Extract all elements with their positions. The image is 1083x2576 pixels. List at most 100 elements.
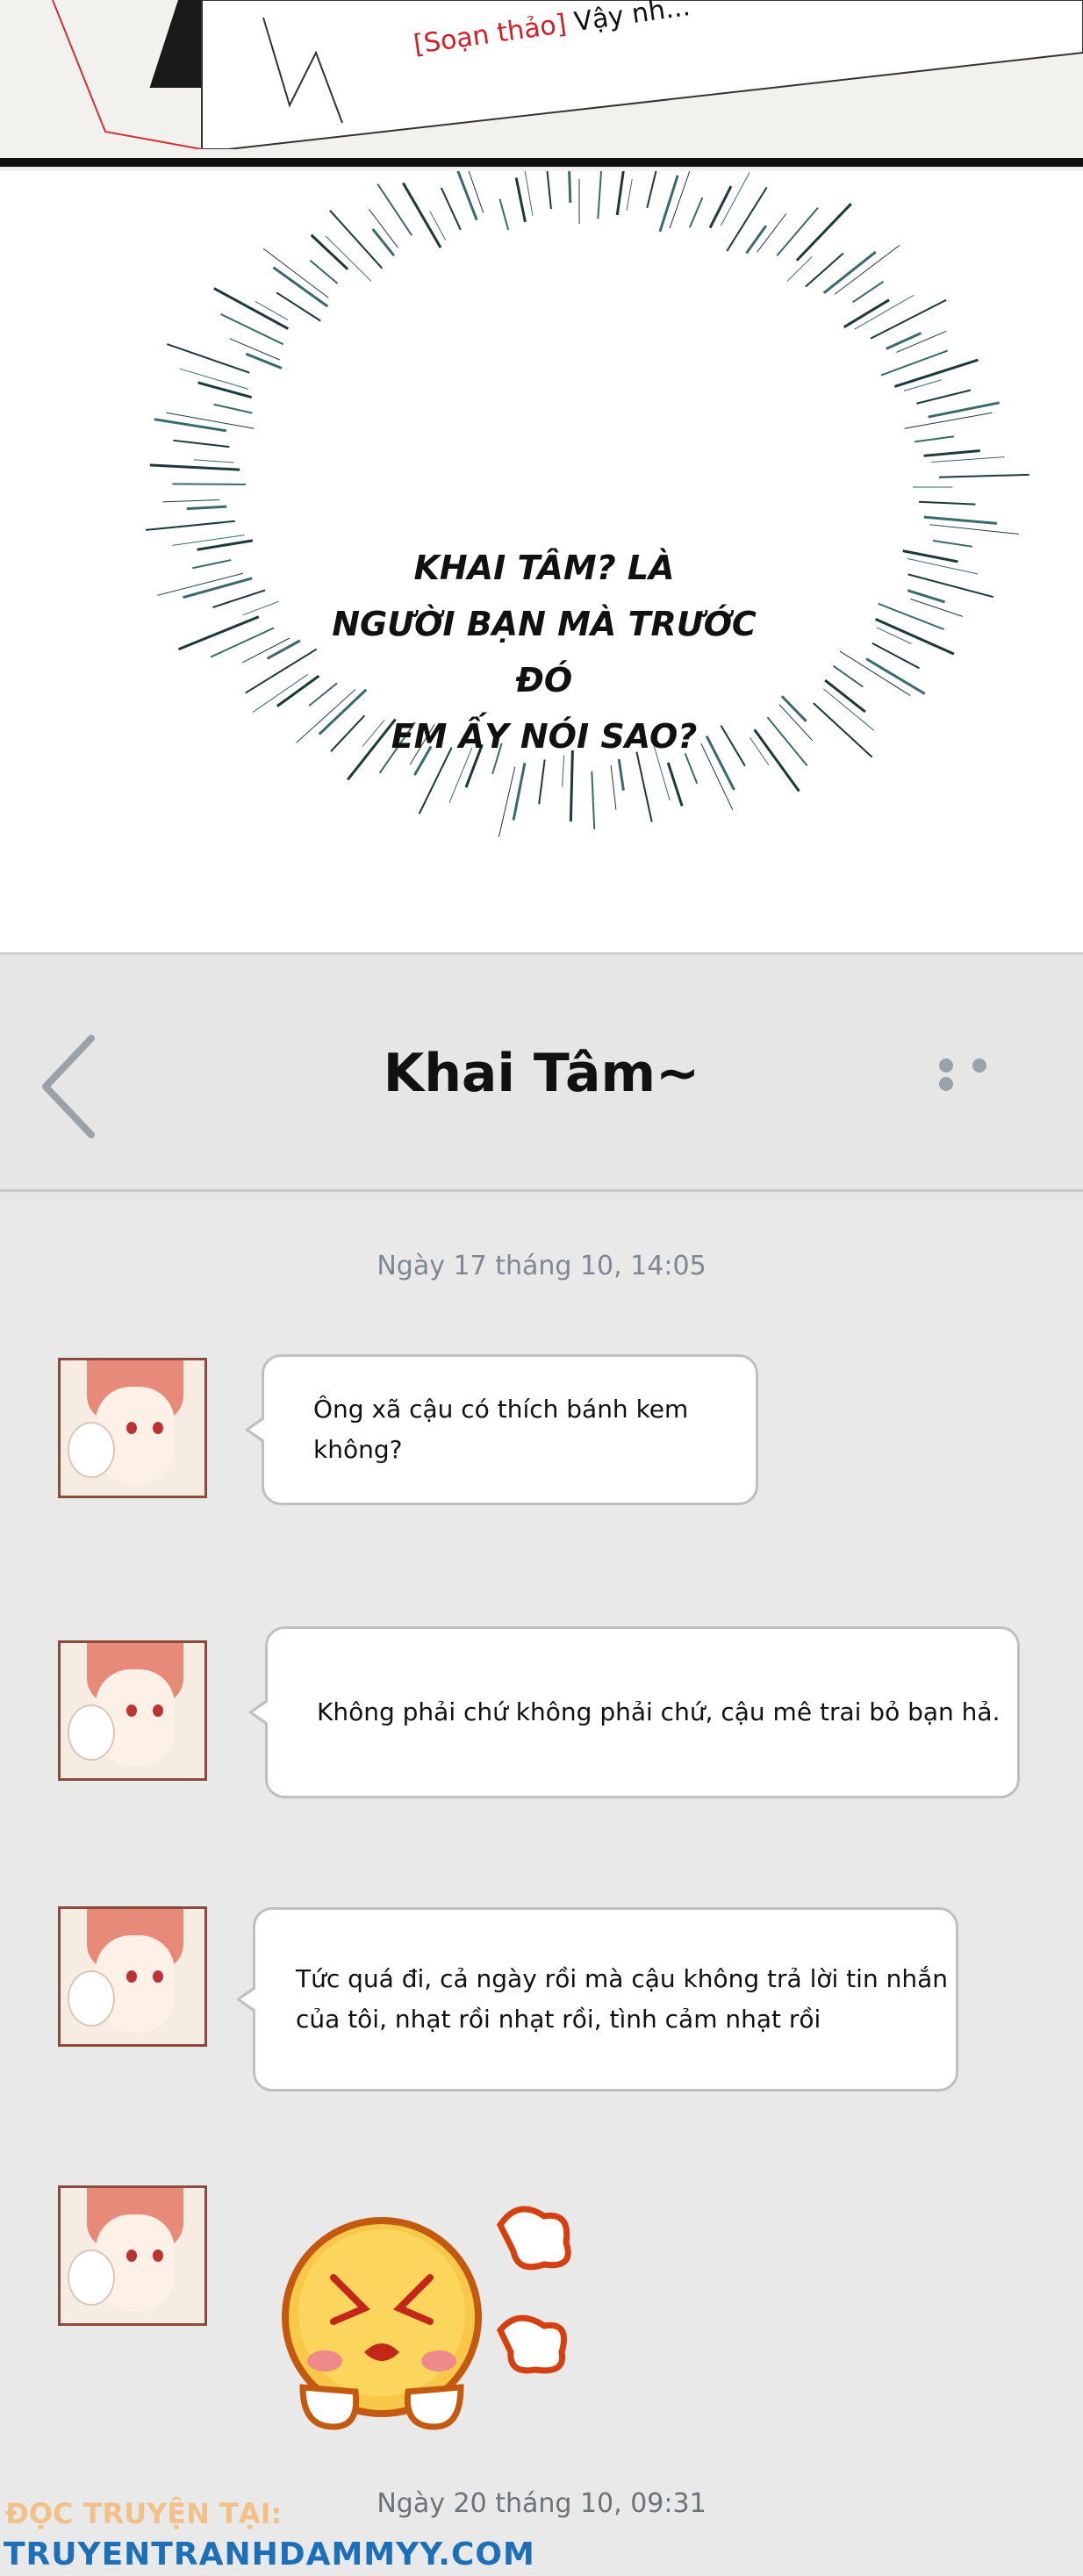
burst-line (726, 186, 768, 252)
message-text-2: Không phải chứ không phải chứ, cậu mê tr… (317, 1697, 1001, 1726)
message-text-3-line-1: Tức quá đi, cả ngày rồi mà cậu không trả… (296, 1964, 948, 1993)
thought-text: KHAI TÂM? LÀ NGƯỜI BẠN MÀ TRƯỚC ĐÓ EM ẤY… (316, 540, 772, 764)
burst-line (242, 600, 279, 616)
burst-line (766, 716, 808, 767)
burst-line (708, 185, 733, 229)
burst-line (886, 332, 922, 350)
burst-line (615, 171, 625, 216)
burst-line (932, 540, 972, 548)
burst-line (780, 695, 807, 722)
burst-line (325, 235, 372, 282)
burst-line (852, 281, 884, 304)
burst-line (904, 412, 993, 429)
burst-line (918, 500, 976, 506)
burst-line (822, 250, 877, 295)
burst-line (666, 762, 684, 807)
burst-line (795, 203, 852, 262)
burst-line (220, 312, 284, 346)
burst-line (874, 617, 955, 656)
burst-line (245, 352, 283, 370)
burst-line (371, 227, 396, 257)
burst-line (907, 589, 946, 604)
avatar[interactable] (58, 1358, 207, 1498)
burst-line (902, 549, 958, 563)
thought-burst-panel: KHAI TÂM? LÀ NGƯỜI BẠN MÀ TRƯỚC ĐÓ EM ẤY… (0, 171, 1083, 952)
burst-line (626, 179, 633, 211)
watermark-site[interactable]: TRUYENTRANHDAMMYY.COM (4, 2537, 535, 2572)
burst-line (893, 358, 979, 388)
burst-line (931, 456, 1005, 463)
burst-line (854, 294, 914, 330)
burst-line (192, 559, 232, 570)
burst-line (255, 300, 289, 320)
burst-line (252, 673, 309, 714)
burst-line (193, 459, 234, 463)
burst-line (514, 177, 527, 223)
burst-line (186, 505, 227, 511)
message-text-1: Ông xã cậu có thích bánh kem không? (313, 1395, 689, 1464)
burst-line (745, 225, 768, 255)
date-stamp-1: Ngày 17 tháng 10, 14:05 (377, 1251, 706, 1281)
panel-border (0, 158, 1083, 167)
burst-line (597, 171, 603, 219)
burst-line (871, 642, 920, 670)
burst-line (646, 171, 657, 209)
message-bubble-1: Ông xã cậu có thích bánh kem không? (245, 1354, 758, 1505)
burst-line (213, 403, 253, 414)
message-text-3-line-2: của tôi, nhạt rồi nhạt rồi, tình cảm nhạ… (296, 2005, 821, 2034)
chat-screen: Khai Tâm~ Ngày 17 tháng 10, 14:05 Ông xã… (0, 952, 1083, 2576)
burst-line (669, 171, 691, 229)
avatar[interactable] (58, 1640, 207, 1781)
burst-line (786, 255, 813, 282)
burst-line (272, 266, 329, 308)
avatar[interactable] (58, 1906, 207, 2047)
burst-line (923, 448, 980, 457)
burst-line (162, 499, 220, 503)
burst-line (166, 412, 255, 429)
chat-header: Khai Tâm~ (0, 952, 1083, 1201)
burst-line (916, 389, 972, 405)
message-bubble-3: Tức quá đi, cả ngày rồi mà cậu không trả… (236, 1907, 958, 2092)
thought-line-1: KHAI TÂM? LÀ (413, 549, 675, 587)
avatar[interactable] (58, 2185, 207, 2326)
burst-line (610, 764, 617, 810)
thought-line-2: NGƯỜI BẠN MÀ TRƯỚC ĐÓ (332, 605, 757, 700)
burst-line (907, 557, 979, 575)
burst-line (877, 627, 912, 644)
burst-line (197, 539, 254, 551)
burst-line (440, 187, 462, 231)
burst-line (910, 598, 963, 617)
burst-line (149, 463, 240, 471)
burst-line (429, 211, 447, 240)
burst-line (266, 639, 301, 660)
burst-line (832, 664, 864, 688)
thought-line-3: EM ẤY NÓI SAO? (391, 717, 698, 756)
burst-line (213, 287, 290, 330)
more-options-icon[interactable] (939, 1058, 1036, 1091)
burst-line (823, 688, 875, 731)
burst-line (166, 343, 250, 374)
burst-line (456, 171, 478, 221)
burst-line (524, 171, 534, 216)
burst-line (776, 207, 819, 257)
chat-title: Khai Tâm~ (383, 1043, 700, 1104)
burst-line (538, 759, 546, 805)
burst-line (154, 418, 226, 433)
burst-line (512, 762, 527, 821)
burst-line (309, 259, 339, 284)
burst-line (183, 577, 253, 599)
burst-line (212, 589, 266, 608)
burst-line (929, 524, 1019, 535)
burst-line (145, 520, 235, 531)
burst-line (546, 171, 552, 210)
burst-line (177, 615, 260, 651)
watermark-label: ĐỌC TRUYỆN TẠI: (5, 2497, 283, 2530)
burst-line (498, 766, 516, 837)
burst-line (197, 381, 253, 399)
message-bubble-2: Không phải chứ không phải chứ, cậu mê tr… (248, 1626, 1020, 1798)
burst-line (688, 197, 704, 228)
burst-line (591, 771, 596, 829)
burst-line (658, 175, 679, 233)
burst-line (402, 182, 442, 248)
burst-line (834, 244, 900, 295)
